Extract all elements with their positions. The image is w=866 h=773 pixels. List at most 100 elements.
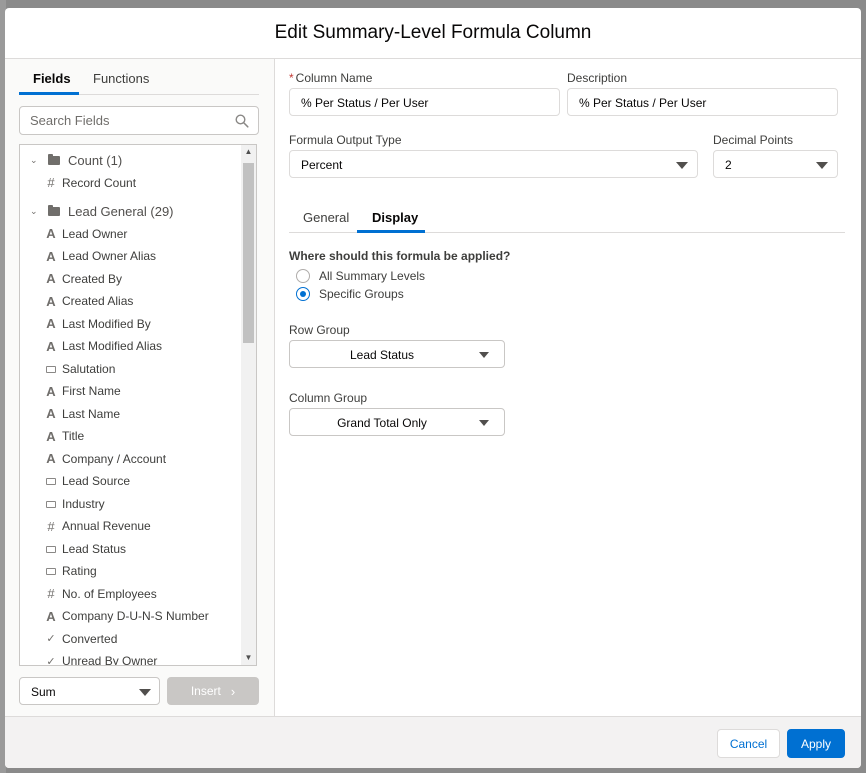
chevron-right-icon: › (230, 683, 236, 699)
field-item[interactable]: A Created Alias (44, 290, 133, 312)
text-icon: A (46, 316, 56, 331)
field-group[interactable]: ⌄ Count (1) (30, 149, 122, 171)
active-tab-indicator (19, 92, 79, 95)
apply-question: Where should this formula be applied? (289, 249, 511, 263)
column-group-value: Grand Total Only (337, 416, 427, 430)
hash-icon: # (47, 175, 55, 190)
scroll-up-arrow-icon[interactable]: ▲ (241, 145, 256, 159)
field-item[interactable]: A Last Modified Alias (44, 335, 162, 357)
apply-button[interactable]: Apply (787, 729, 845, 758)
field-item[interactable]: # Record Count (44, 172, 136, 194)
chevron-down-icon[interactable]: ⌄ (30, 206, 40, 217)
field-item-label: First Name (62, 384, 121, 398)
field-item[interactable]: A First Name (44, 380, 121, 402)
option-specific-groups[interactable]: Specific Groups (296, 287, 404, 301)
folder-icon (48, 204, 60, 216)
text-icon: A (46, 406, 56, 421)
field-item[interactable]: A Company / Account (44, 448, 166, 470)
field-item[interactable]: # No. of Employees (44, 583, 156, 605)
insert-label: Insert (190, 684, 221, 698)
hash-icon: # (47, 518, 55, 534)
picklist-icon (44, 564, 58, 578)
chevron-down-icon[interactable]: ⌄ (30, 155, 40, 166)
text-icon: A (46, 608, 56, 624)
field-group[interactable]: ⌄ Lead General (29) (30, 200, 174, 222)
field-item-label: Lead Owner (62, 226, 128, 241)
cancel-button[interactable]: Cancel (717, 729, 780, 758)
field-item[interactable]: A Last Modified By (44, 313, 151, 335)
chevron-down-icon (816, 162, 828, 169)
field-item-label: Lead Owner Alias (62, 249, 157, 263)
field-item[interactable]: Rating (44, 560, 97, 582)
decimal-points-value: 2 (725, 158, 732, 172)
tab-functions[interactable]: Functions (93, 71, 149, 86)
field-item-label: Annual Revenue (62, 519, 151, 533)
field-item[interactable]: A Lead Owner Alias (44, 245, 156, 267)
option-all-summary-levels[interactable]: All Summary Levels (296, 269, 425, 283)
scroll-thumb[interactable] (243, 163, 254, 343)
formula-column-modal: Edit Summary-Level Formula Column Fields… (5, 8, 861, 768)
field-item[interactable]: A Company D-U-N-S Number (44, 605, 208, 627)
row-group-select[interactable]: Lead Status (289, 340, 505, 368)
insert-button[interactable]: Insert › (167, 677, 259, 705)
decimal-points-label: Decimal Points (713, 133, 794, 147)
field-item[interactable]: Lead Source (44, 470, 130, 492)
aggregate-select[interactable]: Sum (19, 677, 160, 705)
field-item-label: Rating (62, 564, 97, 578)
column-name-label-text: Column Name (295, 71, 373, 85)
modal-footer: Cancel Apply (5, 716, 861, 768)
field-item-label: Created Alias (62, 294, 134, 308)
tab-display[interactable]: Display (372, 210, 418, 225)
field-item[interactable]: ✓ Converted (44, 628, 117, 650)
output-type-label: Formula Output Type (289, 133, 402, 147)
radio-button[interactable] (296, 269, 310, 283)
folder-icon (48, 153, 60, 165)
chevron-down-icon (479, 420, 489, 426)
decimal-points-select[interactable]: 2 (713, 150, 838, 178)
field-item-label: Converted (62, 631, 118, 646)
field-item-label: Last Name (62, 406, 121, 421)
text-icon: A (46, 383, 56, 399)
column-name-label: * Column Name (289, 71, 372, 85)
field-item[interactable]: A Lead Owner (44, 223, 127, 245)
column-name-input[interactable]: % Per Status / Per User (289, 88, 560, 116)
row-group-value: Lead Status (349, 348, 415, 362)
modal-body: Fields Functions ▲ ▼ ⌄ Count (1) # Record C… (5, 59, 861, 716)
search-icon (235, 114, 249, 128)
picklist-icon (44, 497, 58, 511)
field-item[interactable]: # Annual Revenue (44, 515, 151, 537)
tree-scrollbar[interactable]: ▲ ▼ (241, 145, 256, 665)
field-item[interactable]: Industry (44, 493, 105, 515)
scroll-down-arrow-icon[interactable]: ▼ (241, 651, 256, 665)
field-item[interactable]: A Title (44, 425, 84, 447)
chevron-down-icon (479, 352, 489, 358)
field-item[interactable]: A Created By (44, 268, 122, 290)
radio-button-selected[interactable] (296, 287, 310, 301)
aggregate-value: Sum (31, 685, 56, 699)
chevron-down-icon (139, 689, 151, 696)
field-item-label: Industry (62, 496, 105, 511)
text-icon: A (46, 338, 56, 354)
fields-panel: Fields Functions ▲ ▼ ⌄ Count (1) # Record C… (5, 59, 275, 716)
field-item[interactable]: A Last Name (44, 403, 120, 425)
column-group-select[interactable]: Grand Total Only (289, 408, 505, 436)
field-item-label: Unread By Owner (62, 654, 158, 666)
field-item[interactable]: ✓ Unread By Owner (44, 650, 158, 666)
output-type-value: Percent (301, 158, 343, 172)
option-label: All Summary Levels (319, 269, 426, 283)
field-item-label: Company / Account (62, 451, 167, 466)
field-item-label: Last Modified By (62, 316, 151, 331)
description-input[interactable]: % Per Status / Per User (567, 88, 838, 116)
field-item[interactable]: Salutation (44, 358, 115, 380)
tab-fields[interactable]: Fields (33, 71, 71, 86)
field-group-label: Lead General (29) (68, 203, 174, 219)
field-item-label: Record Count (62, 175, 137, 190)
search-fields-input[interactable] (30, 113, 230, 128)
tab-general[interactable]: General (303, 210, 349, 225)
modal-title: Edit Summary-Level Formula Column (274, 22, 592, 43)
text-icon: A (46, 293, 56, 309)
column-group-label: Column Group (289, 391, 368, 405)
checkbox-icon: ✓ (46, 655, 56, 666)
field-item[interactable]: Lead Status (44, 538, 126, 560)
output-type-select[interactable]: Percent (289, 150, 698, 178)
